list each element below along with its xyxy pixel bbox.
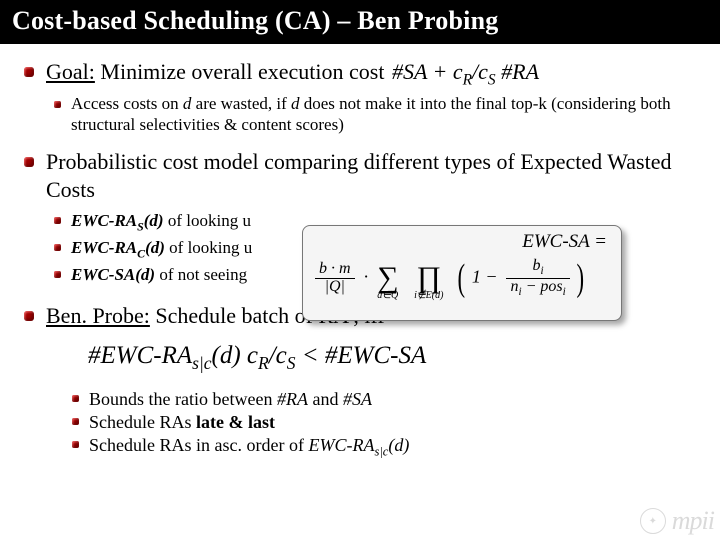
- bullet-icon: [24, 157, 34, 167]
- cost-formula: #SA + cR/cS #RA: [390, 59, 541, 84]
- mpii-logo: mpii: [672, 506, 714, 536]
- bullet-icon: [72, 395, 79, 402]
- bullet-cost-model: Probabilistic cost model comparing diffe…: [24, 148, 702, 204]
- bullet-icon: [72, 418, 79, 425]
- ewc-sa-formula-box: EWC-SA = b · m |Q| · ∑ d∈Q ∏ i∉E(d) ( 1 …: [302, 225, 622, 321]
- bullet-icon: [24, 311, 34, 321]
- goal-subpoint: Access costs on d are wasted, if d does …: [54, 94, 702, 135]
- bullet-goal: Goal: Minimize overall execution cost #S…: [24, 58, 702, 90]
- goal-label: Goal:: [46, 59, 95, 84]
- schedule-late-last: Schedule RAs late & last: [72, 411, 702, 434]
- footer-logo: ✦ mpii: [640, 506, 714, 536]
- bullet-icon: [54, 101, 61, 108]
- product-icon: ∏ i∉E(d): [416, 266, 441, 290]
- bullet-icon: [54, 217, 61, 224]
- sigma-icon: ∑ d∈Q: [377, 266, 398, 290]
- slide-title: Cost-based Scheduling (CA) – Ben Probing: [0, 0, 720, 44]
- bounds-ratio: Bounds the ratio between #RA and #SA: [72, 388, 702, 411]
- ewc-sa-lhs: EWC-SA =: [315, 232, 611, 252]
- schedule-asc-order: Schedule RAs in asc. order of EWC-RAs|c(…: [72, 434, 702, 460]
- bullet-icon: [54, 271, 61, 278]
- bullet-icon: [54, 244, 61, 251]
- inequality-formula: #EWC-RAs|c(d) cR/cS < #EWC-SA: [82, 340, 432, 376]
- bullet-icon: [24, 67, 34, 77]
- seal-icon: ✦: [640, 508, 666, 534]
- bullet-icon: [72, 441, 79, 448]
